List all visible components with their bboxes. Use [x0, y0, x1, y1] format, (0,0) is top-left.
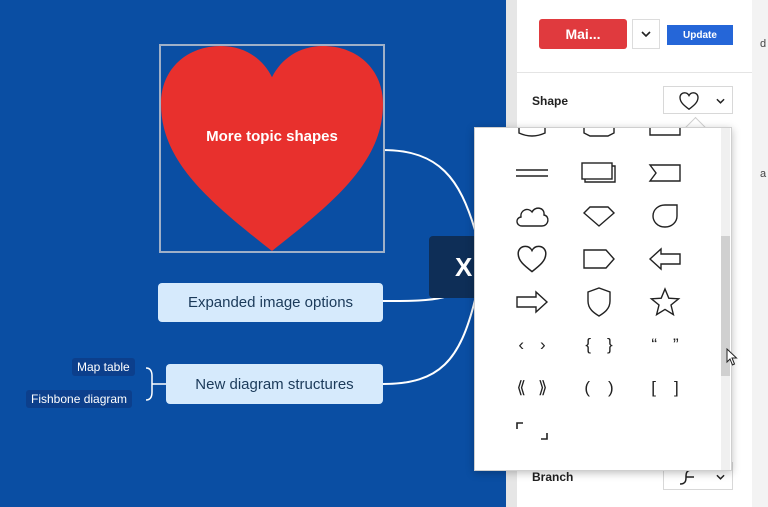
heart-topic-label: More topic shapes [206, 128, 338, 145]
curly-braces-shape-option[interactable]: { } [579, 328, 619, 362]
right-arrow-shape-option[interactable] [512, 285, 552, 319]
glyph: ⟪ [516, 378, 526, 397]
glyph: ] [674, 378, 679, 397]
mindmap-app: More topic shapes Expanded image options… [0, 0, 768, 507]
clipped-text: a [760, 168, 767, 180]
cloud-shape-option[interactable] [512, 199, 552, 233]
panel-scrollbar[interactable] [752, 0, 768, 507]
rounded-tab-shape-option[interactable] [512, 128, 552, 148]
glyph: ⟫ [538, 378, 548, 397]
glyph: “ [651, 335, 657, 354]
banner-tab-shape-option[interactable] [579, 128, 619, 148]
diamond-gem-shape-option[interactable] [579, 199, 619, 233]
stacked-rectangles-shape-option[interactable] [579, 156, 619, 190]
subtopic-map-table[interactable]: Map table [72, 358, 135, 376]
leaf-drop-shape-option[interactable] [645, 199, 685, 233]
topic-label: New diagram structures [195, 375, 354, 393]
tag-pentagon-shape-option[interactable] [579, 242, 619, 276]
glyph: ( [584, 378, 590, 397]
style-preset-dropdown[interactable] [632, 19, 660, 49]
glyph: › [540, 335, 546, 354]
corner-brackets-shape-option[interactable] [512, 414, 552, 448]
divider [517, 72, 752, 73]
glyph: [ [651, 378, 656, 397]
chevron-down-icon [716, 474, 725, 480]
style-preset-button[interactable]: Mai... [539, 19, 627, 49]
chevron-down-icon [641, 31, 651, 37]
shape-picker-popup: ‹ › { } “ ” ⟪ ⟫ ( ) [ ] [474, 127, 732, 471]
glyph: ) [608, 378, 614, 397]
glyph: ‹ [518, 335, 524, 354]
branch-label: Branch [532, 470, 574, 484]
parentheses-shape-option[interactable]: ( ) [579, 371, 619, 405]
heart-shape-option[interactable] [512, 242, 552, 276]
topic-expanded-image-options[interactable]: Expanded image options [158, 283, 383, 322]
chevron-down-icon [716, 98, 725, 104]
double-angle-brackets-shape-option[interactable]: ⟪ ⟫ [512, 371, 552, 405]
clipped-text: d [760, 38, 767, 50]
shield-shape-option[interactable] [579, 285, 619, 319]
central-topic-label: X [455, 251, 473, 282]
shape-dropdown[interactable] [663, 86, 733, 114]
left-arrow-shape-option[interactable] [645, 242, 685, 276]
heart-topic-shape[interactable] [161, 46, 383, 251]
double-line-shape-option[interactable] [512, 156, 552, 190]
angle-brackets-shape-option[interactable]: ‹ › [512, 328, 552, 362]
square-brackets-shape-option[interactable]: [ ] [645, 371, 685, 405]
star-shape-option[interactable] [645, 285, 685, 319]
glyph: ” [673, 335, 679, 354]
glyph: { [585, 335, 591, 354]
subtopic-fishbone-diagram[interactable]: Fishbone diagram [26, 390, 133, 408]
mouse-cursor-icon [726, 348, 738, 366]
flag-shape-option[interactable] [645, 156, 685, 190]
shape-label: Shape [532, 94, 569, 108]
update-button[interactable]: Update [667, 25, 733, 45]
rectangle-tab-shape-option[interactable] [645, 128, 685, 148]
topic-new-diagram-structures[interactable]: New diagram structures [166, 364, 383, 404]
glyph: } [607, 335, 613, 354]
heart-icon [679, 92, 699, 110]
topic-label: Expanded image options [187, 294, 354, 311]
quotes-shape-option[interactable]: “ ” [645, 328, 685, 362]
